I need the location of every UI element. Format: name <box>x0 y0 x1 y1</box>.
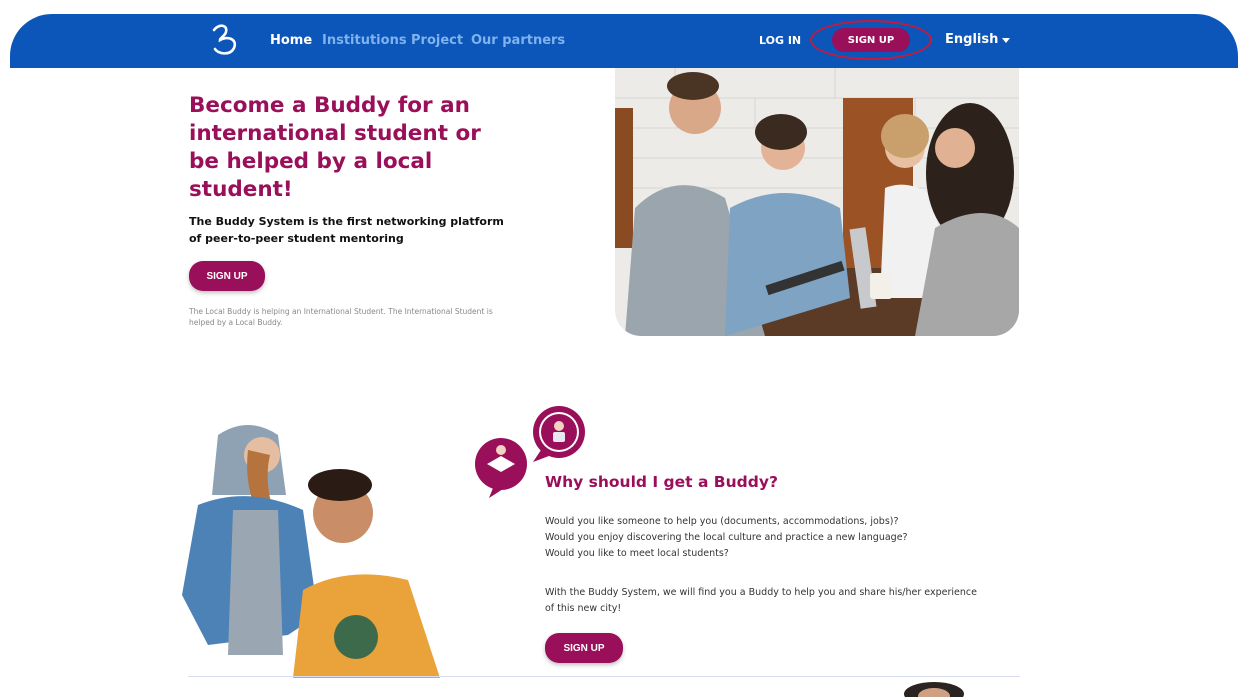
login-link[interactable]: LOG IN <box>759 34 801 47</box>
top-navigation-bar: Home Institutions Project Our partners L… <box>10 14 1238 68</box>
section-divider <box>188 676 1020 677</box>
signup-nav-label: SIGN UP <box>847 34 895 46</box>
hero-signup-button[interactable]: SIGN UP <box>189 261 265 291</box>
language-dropdown[interactable]: English <box>945 32 1011 47</box>
language-label: English <box>945 32 999 47</box>
nav-link-project[interactable]: Project <box>411 33 463 48</box>
buddy-logo-icon[interactable] <box>208 22 244 58</box>
nav-link-our-partners[interactable]: Our partners <box>471 33 565 48</box>
next-section-photo-peek <box>896 680 970 697</box>
why-signup-label: SIGN UP <box>563 642 605 654</box>
why-paragraph: With the Buddy System, we will find you … <box>545 587 977 614</box>
why-section-title: Why should I get a Buddy? <box>545 473 778 491</box>
why-question-1: Would you like someone to help you (docu… <box>545 516 899 527</box>
hero-title: Become a Buddy for an international stud… <box>189 93 481 202</box>
hero-signup-label: SIGN UP <box>206 270 248 282</box>
signup-nav-button[interactable]: SIGN UP <box>832 28 910 52</box>
two-students-photo <box>178 415 446 678</box>
nav-link-home[interactable]: Home <box>270 33 312 48</box>
why-signup-button[interactable]: SIGN UP <box>545 633 623 663</box>
hero-subtitle: The Buddy System is the first networking… <box>189 215 504 245</box>
why-question-2: Would you enjoy discovering the local cu… <box>545 532 908 543</box>
nav-link-institutions[interactable]: Institutions <box>322 33 407 48</box>
students-at-table-photo <box>615 68 1019 336</box>
chevron-down-icon <box>1002 38 1011 43</box>
hero-caption: The Local Buddy is helping an Internatio… <box>189 307 493 327</box>
why-question-3: Would you like to meet local students? <box>545 548 729 559</box>
